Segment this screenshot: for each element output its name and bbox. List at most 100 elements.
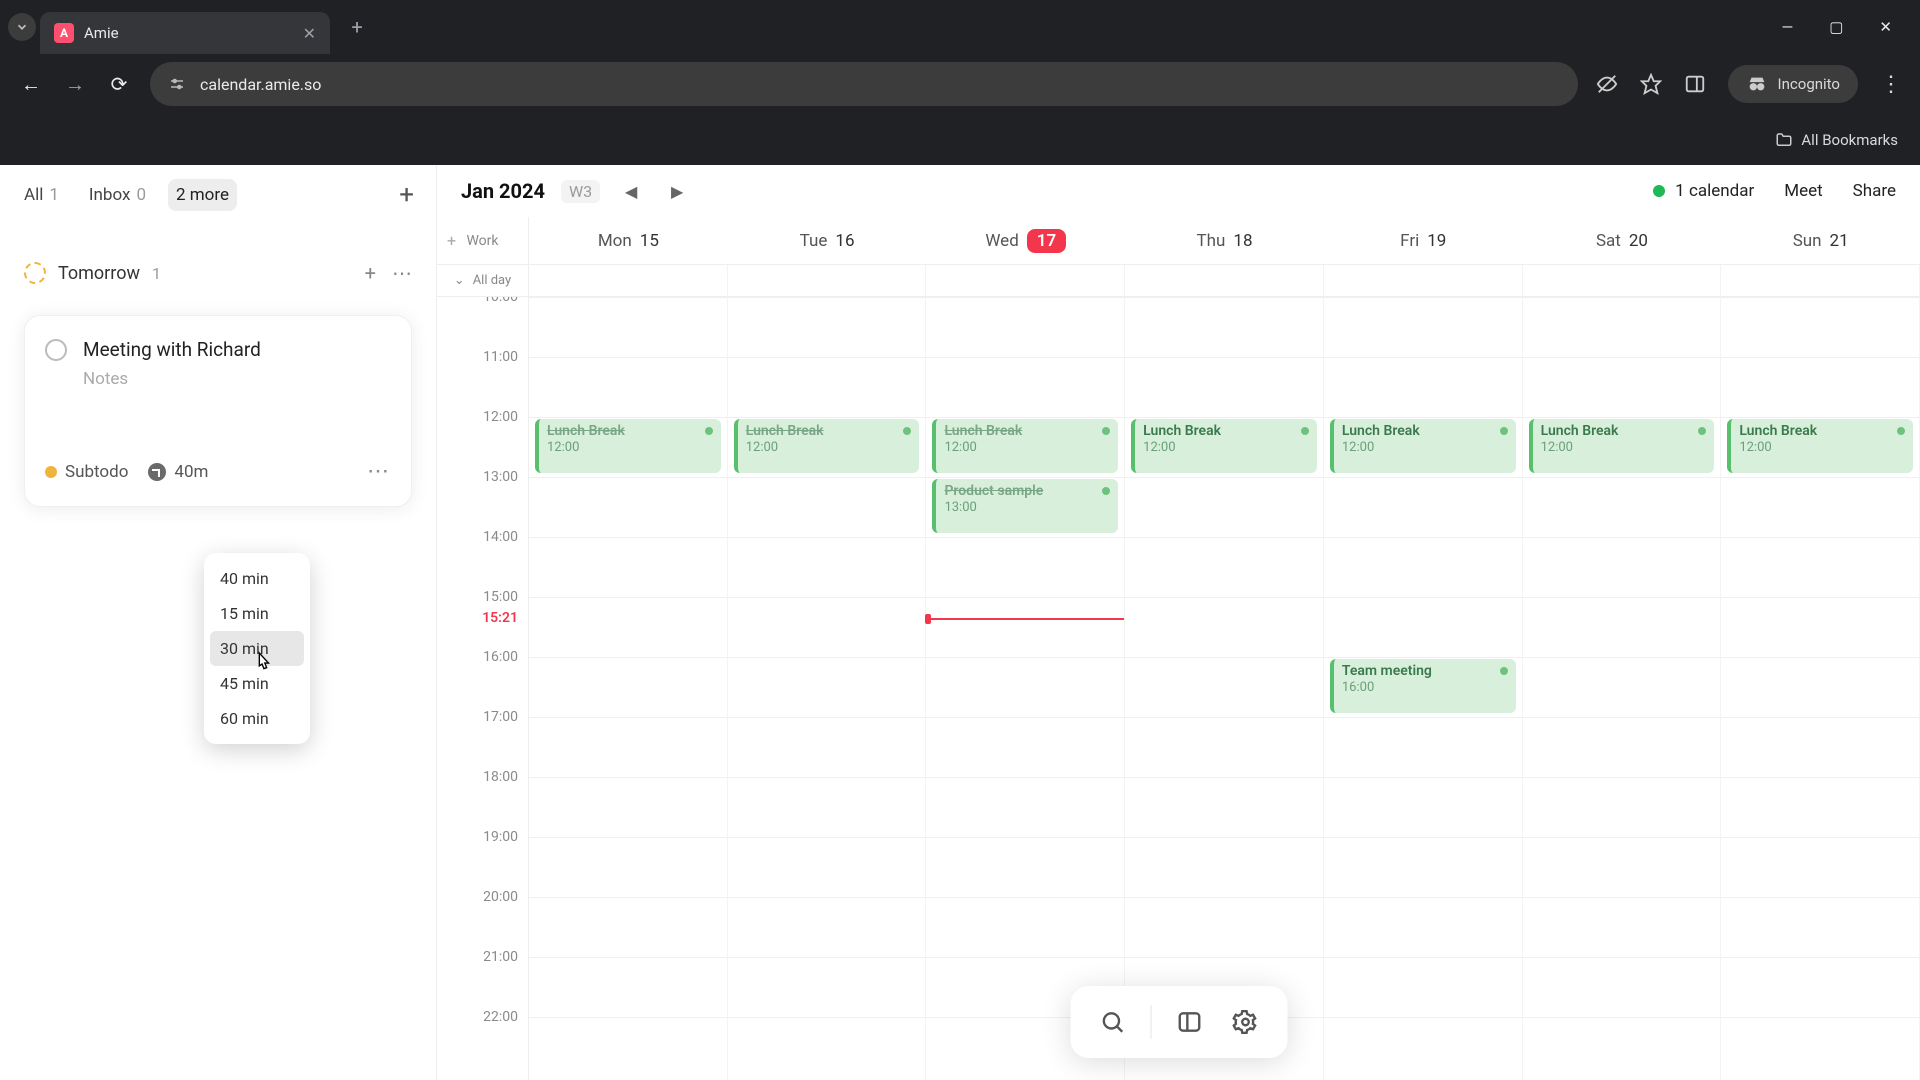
sidebar-add-button[interactable]: +: [393, 180, 420, 210]
sidebar-tab-all[interactable]: All 1: [16, 179, 67, 211]
calendar-event[interactable]: Product sample13:00: [932, 479, 1118, 533]
bookmark-star-icon[interactable]: [1640, 73, 1662, 95]
duration-option[interactable]: 15 min: [210, 596, 304, 631]
dock-layout-button[interactable]: [1165, 998, 1213, 1046]
incognito-chip[interactable]: Incognito: [1728, 65, 1858, 103]
clock-icon: [148, 463, 166, 481]
day-header[interactable]: Tue16: [728, 217, 927, 264]
browser-menu-button[interactable]: ⋮: [1880, 72, 1902, 97]
calendar-event[interactable]: Lunch Break12:00: [1330, 419, 1516, 473]
subtodo-button[interactable]: Subtodo: [45, 462, 128, 482]
day-column[interactable]: Lunch Break12:00 Product sample13:00: [926, 297, 1125, 1080]
calendars-selector[interactable]: 1 calendar: [1653, 181, 1754, 201]
todo-notes-field[interactable]: Notes: [83, 369, 391, 389]
calendar-event[interactable]: Lunch Break12:00: [1529, 419, 1715, 473]
address-bar[interactable]: calendar.amie.so: [150, 62, 1578, 106]
list-header[interactable]: Tomorrow 1 + ⋯: [24, 261, 412, 285]
todo-more-button[interactable]: ⋯: [367, 459, 391, 484]
all-bookmarks-button[interactable]: All Bookmarks: [1775, 131, 1898, 149]
sidebar-tab-more[interactable]: 2 more: [168, 179, 237, 211]
duration-option[interactable]: 30 min: [210, 631, 304, 666]
back-button[interactable]: ←: [18, 71, 44, 97]
day-header[interactable]: Wed17: [926, 217, 1125, 264]
allday-cell[interactable]: [1523, 265, 1722, 296]
allday-cell[interactable]: [1324, 265, 1523, 296]
new-tab-button[interactable]: +: [340, 10, 374, 44]
day-header[interactable]: Sat20: [1523, 217, 1722, 264]
share-button[interactable]: Share: [1853, 181, 1896, 201]
tab-close-icon[interactable]: ✕: [303, 24, 316, 43]
event-time: 12:00: [1342, 440, 1374, 455]
allday-cell[interactable]: [926, 265, 1125, 296]
sidebar-tab-all-label: All: [24, 185, 43, 205]
duration-option[interactable]: 45 min: [210, 666, 304, 701]
maximize-button[interactable]: ▢: [1829, 18, 1843, 36]
tab-search-button[interactable]: [8, 13, 36, 41]
allday-label: All day: [473, 273, 512, 288]
calendar-event[interactable]: Lunch Break12:00: [932, 419, 1118, 473]
layout-icon: [1176, 1009, 1202, 1035]
day-column[interactable]: Lunch Break12:00: [1721, 297, 1920, 1080]
toolbar-right: Incognito ⋮: [1596, 65, 1902, 103]
day-column[interactable]: Lunch Break12:00: [1523, 297, 1722, 1080]
day-header[interactable]: Fri19: [1324, 217, 1523, 264]
duration-button[interactable]: 40m: [148, 462, 208, 482]
meet-button[interactable]: Meet: [1784, 181, 1822, 201]
browser-tab[interactable]: A Amie ✕: [40, 12, 330, 54]
dock-settings-button[interactable]: [1221, 998, 1269, 1046]
work-label: Work: [466, 233, 498, 249]
hour-label: 14:00: [483, 529, 518, 545]
incognito-eye-icon[interactable]: [1596, 73, 1618, 95]
calendar-event[interactable]: Lunch Break12:00: [1727, 419, 1913, 473]
dock-search-button[interactable]: [1088, 998, 1136, 1046]
todo-checkbox[interactable]: [45, 339, 67, 361]
forward-button[interactable]: →: [62, 71, 88, 97]
day-header[interactable]: Sun21: [1721, 217, 1920, 264]
prev-week-button[interactable]: ◀: [616, 176, 646, 206]
list-add-button[interactable]: +: [365, 261, 376, 285]
duration-option[interactable]: 40 min: [210, 561, 304, 596]
allday-gutter: ⌄ All day: [437, 265, 529, 296]
list-more-button[interactable]: ⋯: [392, 261, 412, 285]
day-column[interactable]: Lunch Break12:00: [529, 297, 728, 1080]
day-column[interactable]: Lunch Break12:00 Team meeting16:00: [1324, 297, 1523, 1080]
day-column[interactable]: Lunch Break12:00: [1125, 297, 1324, 1080]
list-progress-icon: [24, 262, 46, 284]
day-header[interactable]: Thu18: [1125, 217, 1324, 264]
allday-cell[interactable]: [529, 265, 728, 296]
day-column[interactable]: Lunch Break12:00: [728, 297, 927, 1080]
browser-toolbar: ← → ⟳ calendar.amie.so Incognito ⋮: [0, 54, 1920, 114]
hour-label: 16:00: [483, 649, 518, 665]
gear-icon: [1232, 1009, 1258, 1035]
calendar-grid[interactable]: 10:0011:0012:0013:0014:0015:0016:0017:00…: [437, 297, 1920, 1080]
reload-button[interactable]: ⟳: [106, 71, 132, 97]
next-week-button[interactable]: ▶: [662, 176, 692, 206]
sidebar-tab-inbox[interactable]: Inbox 0: [81, 179, 154, 211]
hour-label: 12:00: [483, 409, 518, 425]
allday-cell[interactable]: [1721, 265, 1920, 296]
incognito-icon: [1746, 73, 1768, 95]
add-allday-button[interactable]: +: [447, 231, 456, 250]
calendar-event[interactable]: Lunch Break12:00: [1131, 419, 1317, 473]
minimize-button[interactable]: ―: [1782, 18, 1794, 36]
calendar-event[interactable]: Lunch Break12:00: [734, 419, 920, 473]
event-color-dot: [1897, 427, 1905, 435]
day-name: Sat: [1596, 231, 1621, 251]
calendar-event[interactable]: Lunch Break12:00: [535, 419, 721, 473]
calendar-event[interactable]: Team meeting16:00: [1330, 659, 1516, 713]
allday-cell[interactable]: [1125, 265, 1324, 296]
site-settings-icon[interactable]: [168, 75, 186, 93]
todo-card[interactable]: Meeting with Richard Notes Subtodo 40m ⋯: [24, 315, 412, 507]
subtodo-label: Subtodo: [65, 462, 128, 482]
event-time: 12:00: [1541, 440, 1573, 455]
browser-chrome: A Amie ✕ + ― ▢ ✕ ← → ⟳ calendar.amie.so …: [0, 0, 1920, 165]
event-time: 12:00: [944, 440, 976, 455]
hour-label: 18:00: [483, 769, 518, 785]
allday-cell[interactable]: [728, 265, 927, 296]
sidepanel-icon[interactable]: [1684, 73, 1706, 95]
day-name: Wed: [985, 231, 1018, 251]
allday-collapse-icon[interactable]: ⌄: [454, 273, 465, 288]
close-window-button[interactable]: ✕: [1879, 18, 1892, 36]
day-header[interactable]: Mon15: [529, 217, 728, 264]
duration-option[interactable]: 60 min: [210, 701, 304, 736]
